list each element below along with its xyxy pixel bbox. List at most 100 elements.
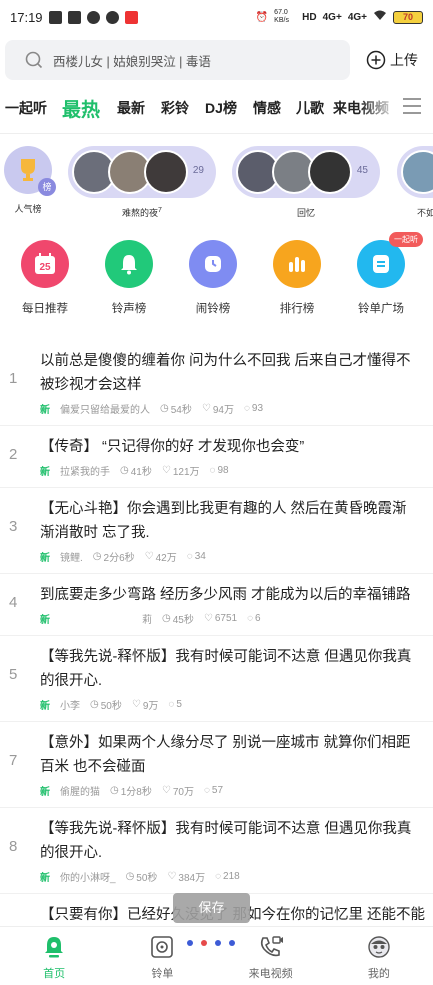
quick-label: 排行榜 [279,303,315,315]
plus-circle-icon [366,50,386,70]
playlist-count: 29 [192,165,204,176]
nav-call-video[interactable]: 来电视频 [217,927,325,985]
clock-icon: ◷ [120,465,129,476]
item-duration: 54秒 [170,405,192,416]
quick-daily-recommend[interactable]: 25 每日推荐 [3,240,87,320]
thumb-icon: ♡ [161,785,171,796]
item-title: 【无心斗艳】你会遇到比我更有趣的人 然后在黄昏晚霞渐渐消散时 忘了我. [40,501,407,541]
calendar-icon: 25 [21,240,69,288]
item-comments: 93 [251,403,264,414]
tab-listen-together[interactable]: 一起听 [0,98,52,118]
thumb-icon: ♡ [203,613,213,624]
list-item[interactable]: 8 【等我先说-释怀版】我有时候可能词不达意 但遇见你我真的很开心. 新 你的小… [0,808,433,894]
search-placeholder: 西楼儿女 | 姑娘别哭泣 | 毒语 [53,54,211,69]
list-item[interactable]: 7 【意外】如果两个人缘分尽了 别说一座城市 就算你们相距百米 也不会碰面 新 … [0,722,433,808]
avatar [401,150,433,194]
ringtone-list: 1 以前总是傻傻的缠着你 问为什么不回我 后来自己才懂得不被珍视才会这样 新 偏… [0,340,433,934]
item-comments: 57 [211,785,224,796]
playlist-popular[interactable]: 榜 人气榜 [4,146,56,215]
menu-icon[interactable] [403,98,421,119]
page-indicator [187,940,235,946]
clock-icon: ◷ [162,613,171,624]
tab-hot[interactable]: 最热 [52,95,110,122]
tab-emotion[interactable]: 情感 [244,98,290,118]
search-input[interactable]: 西楼儿女 | 姑娘别哭泣 | 毒语 [5,40,350,80]
item-likes: 6751 [214,613,238,624]
avatar [308,150,352,194]
wifi-icon [373,10,387,24]
upload-button[interactable]: 上传 [366,50,418,70]
playlist-label: 不如 [417,208,433,218]
avatar [144,150,188,194]
quick-playlist-square[interactable]: 一起听 铃单广场 [339,232,423,320]
playlist-memories[interactable]: 45 回忆 [232,146,380,219]
playlist-icon [146,933,178,961]
clock-icon: ◷ [110,785,119,796]
signal-2: 4G+ [347,11,367,23]
app-notification-icon [48,10,62,24]
app-notification-icon [124,10,138,24]
quick-rank-chart[interactable]: 排行榜 [255,240,339,320]
item-likes: 121万 [172,467,200,478]
tab-kids[interactable]: 儿歌 [290,98,330,118]
profile-icon [363,933,395,961]
hd-icon: HD [302,11,317,23]
square-icon [357,240,405,288]
nav-label: 来电视频 [248,968,293,980]
new-tag: 新 [40,615,50,626]
list-item[interactable]: 2 【传奇】 “只记得你的好 才发现你也会变” 新 拉紧我的手 ◷ 41秒 ♡ 12… [0,426,433,488]
item-title: 【意外】如果两个人缘分尽了 别说一座城市 就算你们相距百米 也不会碰面 [40,735,411,775]
nav-profile[interactable]: 我的 [325,927,433,985]
new-tag: 新 [40,467,50,478]
item-duration: 2分6秒 [103,553,135,564]
quick-label: 闹铃榜 [195,303,231,315]
quick-label: 每日推荐 [22,303,68,315]
battery-icon: 70 [393,10,423,24]
item-comments: 98 [217,465,229,476]
list-item[interactable]: 5 【等我先说-释怀版】我有时候可能词不达意 但遇见你我真的很开心. 新 小李 … [0,636,433,722]
playlist-label: 回忆 [296,208,315,218]
list-item[interactable]: 4 到底要走多少弯路 经历多少风雨 才能成为以后的幸福铺路 新 莉 ◷ 45秒 ♡… [0,574,433,636]
category-tabs: 一起听 最热 最新 彩铃 DJ榜 情感 儿歌 来电视频 [0,88,433,128]
list-item[interactable]: 1 以前总是傻傻的缠着你 问为什么不回我 后来自己才懂得不被珍视才会这样 新 偏… [0,340,433,426]
list-item[interactable]: 3 【无心斗艳】你会遇到比我更有趣的人 然后在黄昏晚霞渐渐消散时 忘了我. 新 … [0,488,433,574]
trophy-icon: 榜 [4,146,56,196]
item-author: 偷腥的猫 [60,787,100,798]
thumb-icon: ♡ [161,465,171,476]
item-likes: 42万 [155,553,177,564]
playlist-label: 难熬的夜 [122,208,159,218]
indicator-dot [187,940,193,946]
quick-ringtone-chart[interactable]: 铃声榜 [87,240,171,320]
upload-label: 上传 [390,52,418,68]
tab-dj-chart[interactable]: DJ榜 [198,98,244,118]
item-author: 镜鲤. [60,553,83,564]
status-time: 17:19 [10,9,43,25]
item-author: 小李 [60,701,80,712]
save-toast: 保存 [173,893,250,923]
chart-badge: 榜 [38,178,56,196]
clock-icon: ◷ [92,551,102,562]
indicator-dot [215,940,221,946]
svg-text:25: 25 [39,262,51,273]
rank-number: 8 [9,838,18,855]
comment-icon: ◌ [203,785,210,796]
playlist-sleepless-night[interactable]: 29 难熬的夜7 [68,146,216,219]
alarm-status-icon: ⏰ [255,11,269,23]
nav-playlist[interactable]: 铃单 [108,927,216,985]
net-speed: 67.0 KB/s [274,9,289,24]
rank-number: 4 [9,594,18,611]
item-duration: 41秒 [130,467,152,478]
tab-new[interactable]: 最新 [110,98,152,118]
comment-icon: ◌ [215,871,222,882]
quick-alarm-chart[interactable]: 闹铃榜 [171,240,255,320]
new-tag: 新 [40,553,50,564]
comment-icon: ◌ [186,551,193,562]
item-title: 【等我先说-释怀版】我有时候可能词不达意 但遇见你我真的很开心. [40,821,412,861]
bars-icon [273,240,321,288]
quick-entry-row: 25 每日推荐 铃声榜 闹铃榜 排行榜 一起听 铃单广场 [0,232,433,320]
tab-ringback[interactable]: 彩铃 [152,98,198,118]
new-tag: 新 [40,701,50,712]
nav-home[interactable]: 首页 [0,927,108,985]
new-tag: 新 [40,405,50,416]
playlist-more[interactable]: 不如 [397,146,433,219]
